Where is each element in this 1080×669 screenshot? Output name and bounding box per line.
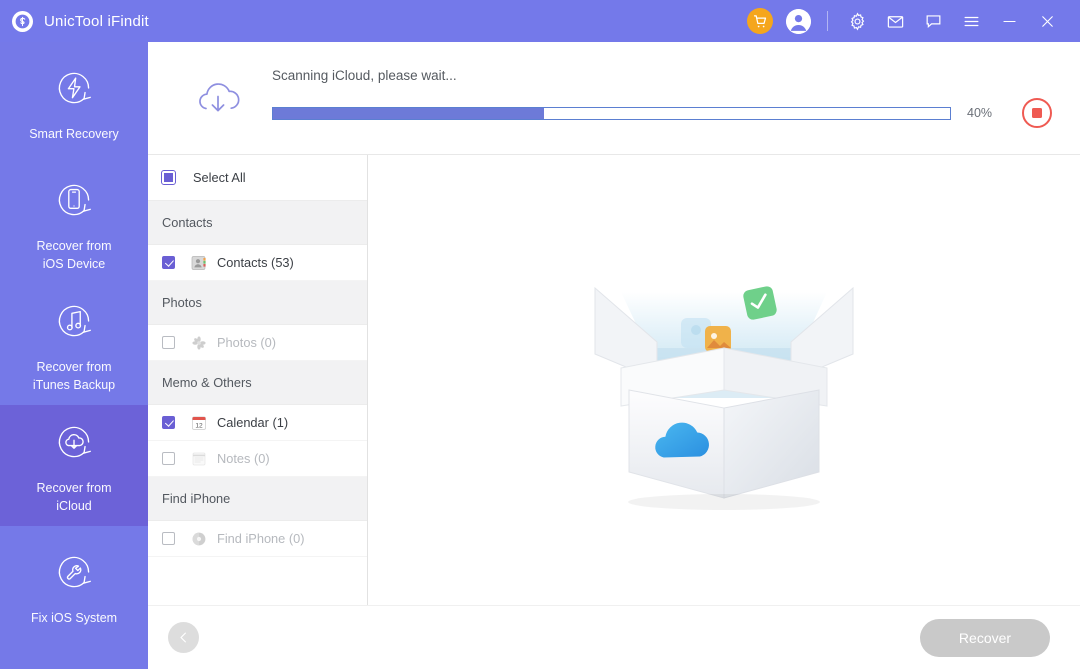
itunes-backup-icon bbox=[49, 296, 99, 346]
fix-system-icon bbox=[49, 547, 99, 597]
sidebar-item-recover-from-ios-device[interactable]: Recover from iOS Device bbox=[0, 163, 148, 284]
select-all-label: Select All bbox=[193, 170, 246, 185]
brand: UnicTool iFindit bbox=[12, 10, 149, 32]
minimize-icon[interactable] bbox=[990, 0, 1028, 42]
stop-square-icon bbox=[1032, 108, 1042, 118]
list-item-label: Find iPhone (0) bbox=[217, 531, 305, 546]
row-checkbox[interactable] bbox=[162, 452, 175, 465]
list-item-label: Calendar (1) bbox=[217, 415, 289, 430]
group-header-photos: Photos bbox=[148, 281, 367, 325]
sidebar-item-label: Fix iOS System bbox=[30, 610, 118, 625]
account-icon[interactable] bbox=[779, 0, 817, 42]
progress-bar bbox=[272, 106, 951, 120]
open-box-with-icloud-logo bbox=[559, 230, 889, 530]
sidebar-item-label: Recover from iOS Device bbox=[36, 238, 112, 271]
notes-icon bbox=[190, 450, 207, 467]
back-arrow-icon[interactable] bbox=[168, 622, 199, 653]
select-all-checkbox[interactable] bbox=[161, 170, 176, 185]
avatar bbox=[785, 8, 811, 34]
application-window: UnicTool iFindit Smart Recovery Recover … bbox=[0, 0, 1080, 669]
list-item-contacts[interactable]: Contacts (53) bbox=[148, 245, 367, 281]
sidebar-item-fix-ios-system[interactable]: Fix iOS System bbox=[0, 526, 148, 647]
main-pane: Scanning iCloud, please wait... 40% Sele… bbox=[148, 42, 1080, 669]
list-item-label: Notes (0) bbox=[217, 451, 270, 466]
progress-column: Scanning iCloud, please wait... 40% bbox=[272, 68, 1052, 128]
settings-icon[interactable] bbox=[838, 0, 876, 42]
sidebar-item-recover-from-icloud[interactable]: Recover from iCloud bbox=[0, 405, 148, 526]
row-checkbox[interactable] bbox=[162, 416, 175, 429]
feedback-icon[interactable] bbox=[914, 0, 952, 42]
row-checkbox[interactable] bbox=[162, 532, 175, 545]
stop-scan-button[interactable] bbox=[1022, 98, 1052, 128]
progress-bar-fill bbox=[273, 107, 544, 119]
list-item-label: Photos (0) bbox=[217, 335, 277, 350]
titlebar-divider bbox=[827, 11, 828, 31]
cart-icon[interactable] bbox=[741, 0, 779, 42]
sidebar-item-label: Recover from iTunes Backup bbox=[32, 359, 116, 392]
scan-status-text: Scanning iCloud, please wait... bbox=[272, 68, 457, 83]
row-checkbox[interactable] bbox=[162, 336, 175, 349]
sidebar-item-recover-from-itunes-backup[interactable]: Recover from iTunes Backup bbox=[0, 284, 148, 405]
titlebar-icons bbox=[741, 0, 1066, 42]
sidebar: Smart Recovery Recover from iOS Device R… bbox=[0, 42, 148, 669]
recover-button[interactable]: Recover bbox=[920, 618, 1050, 657]
close-icon[interactable] bbox=[1028, 0, 1066, 42]
find-iphone-icon bbox=[190, 530, 207, 547]
progress-row: 40% bbox=[272, 98, 1052, 128]
menu-icon[interactable] bbox=[952, 0, 990, 42]
content-area: Select All Contacts Contacts (53) Photos… bbox=[148, 155, 1080, 605]
list-empty-space bbox=[148, 557, 367, 605]
bottom-bar: Recover bbox=[148, 605, 1080, 669]
contacts-icon bbox=[190, 254, 207, 271]
mail-icon[interactable] bbox=[876, 0, 914, 42]
unictool-logo-icon bbox=[12, 10, 33, 32]
list-item-label: Contacts (53) bbox=[217, 255, 294, 270]
sidebar-item-smart-recovery[interactable]: Smart Recovery bbox=[0, 42, 148, 163]
select-all-row[interactable]: Select All bbox=[148, 155, 367, 201]
list-item-photos[interactable]: Photos (0) bbox=[148, 325, 367, 361]
data-type-list: Select All Contacts Contacts (53) Photos… bbox=[148, 155, 368, 605]
group-header-find-iphone: Find iPhone bbox=[148, 477, 367, 521]
group-header-contacts: Contacts bbox=[148, 201, 367, 245]
row-checkbox[interactable] bbox=[162, 256, 175, 269]
photos-icon bbox=[190, 334, 207, 351]
sidebar-item-label: Recover from iCloud bbox=[36, 480, 112, 513]
sidebar-item-label: Smart Recovery bbox=[29, 126, 119, 141]
svg-text:12: 12 bbox=[195, 422, 203, 429]
icloud-icon bbox=[49, 417, 99, 467]
smart-recovery-icon bbox=[49, 63, 99, 113]
calendar-icon: 12 bbox=[190, 414, 207, 431]
progress-percent-label: 40% bbox=[967, 106, 993, 120]
cart-badge bbox=[747, 8, 773, 34]
ios-device-icon bbox=[49, 175, 99, 225]
scan-progress-header: Scanning iCloud, please wait... 40% bbox=[148, 42, 1080, 155]
list-item-find-iphone[interactable]: Find iPhone (0) bbox=[148, 521, 367, 557]
app-title: UnicTool iFindit bbox=[44, 12, 149, 30]
preview-area bbox=[368, 155, 1080, 605]
title-bar: UnicTool iFindit bbox=[0, 0, 1080, 42]
list-item-calendar[interactable]: 12 Calendar (1) bbox=[148, 405, 367, 441]
list-item-notes[interactable]: Notes (0) bbox=[148, 441, 367, 477]
body: Smart Recovery Recover from iOS Device R… bbox=[0, 42, 1080, 669]
cloud-download-icon bbox=[190, 74, 246, 122]
group-header-memo-others: Memo & Others bbox=[148, 361, 367, 405]
